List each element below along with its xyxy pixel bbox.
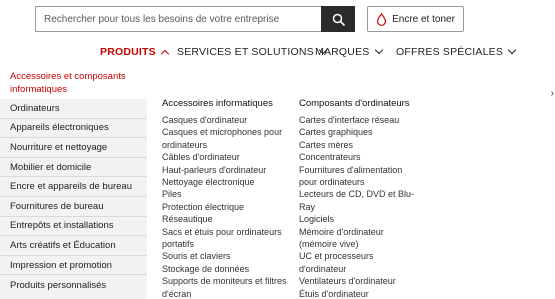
chevron-down-icon (374, 45, 383, 55)
sidebar-item-printing-promotion[interactable]: Impression et promotion (0, 256, 147, 276)
sidebar-item-custom-products[interactable]: Produits personnalisés (0, 275, 147, 295)
submenu-link[interactable]: Lecteurs de CD, DVD et Blu-Ray (299, 188, 421, 213)
submenu-link[interactable]: Mémoire d'ordinateur (mémoire vive) (299, 226, 421, 251)
nav-special-offers[interactable]: OFFRES SPÉCIALES (396, 45, 517, 58)
submenu-link[interactable]: Câbles d'ordinateur (162, 151, 287, 163)
sidebar-item-computers[interactable]: Ordinateurs (0, 99, 147, 119)
search-button[interactable] (321, 6, 355, 32)
ink-toner-button[interactable]: Encre et toner (367, 6, 464, 32)
submenu-link[interactable]: Casques d'ordinateur (162, 114, 287, 126)
submenu-link[interactable]: Stockage de données (162, 263, 287, 275)
nav-services-label: SERVICES ET SOLUTIONS (177, 46, 314, 58)
nav-brands-label: MARQUES (315, 46, 370, 58)
submenu-link[interactable]: Étuis d'ordinateur (299, 288, 421, 299)
ink-drop-icon (376, 12, 387, 26)
column-heading[interactable]: Accessoires informatiques (162, 98, 287, 110)
submenu-link[interactable]: Souris et claviers (162, 250, 287, 262)
search-field[interactable] (35, 6, 321, 32)
submenu-column-accessories: Accessoires informatiques Casques d'ordi… (162, 98, 287, 299)
submenu-link[interactable]: Haut-parleurs d'ordinateur (162, 164, 287, 176)
submenu-link[interactable]: Cartes graphiques (299, 126, 421, 138)
sidebar-item-electronics[interactable]: Appareils électroniques (0, 119, 147, 139)
nav-special-offers-label: OFFRES SPÉCIALES (396, 46, 504, 58)
submenu-link[interactable]: Ventilateurs d'ordinateur (299, 275, 421, 287)
submenu-link[interactable]: Nettoyage électronique (162, 176, 287, 188)
sidebar-item-selected[interactable]: Accessoires et composants informatiques (0, 64, 147, 99)
category-sidebar: Accessoires et composants informatiques … (0, 64, 147, 299)
nav-services[interactable]: SERVICES ET SOLUTIONS (177, 45, 328, 58)
sidebar-item-warehouse[interactable]: Entrepôts et installations (0, 217, 147, 237)
submenu-link[interactable]: Protection électrique (162, 201, 287, 213)
chevron-up-icon (160, 49, 170, 58)
submenu-link[interactable]: Supports de moniteurs et filtres d'écran (162, 275, 287, 299)
submenu-link[interactable]: Cartes d'interface réseau (299, 114, 421, 126)
chevron-right-icon[interactable]: › (551, 88, 554, 99)
submenu-link[interactable]: Concentrateurs (299, 151, 421, 163)
ink-toner-label: Encre et toner (392, 13, 455, 25)
nav-brands[interactable]: MARQUES (315, 45, 383, 58)
header-search-row: Encre et toner (0, 0, 555, 40)
nav-products[interactable]: PRODUITS (100, 46, 170, 58)
sidebar-item-food-cleaning[interactable]: Nourriture et nettoyage (0, 138, 147, 158)
submenu-link[interactable]: Réseautique (162, 213, 287, 225)
submenu-link[interactable]: Piles (162, 188, 287, 200)
submenu-link[interactable]: Cartes mères (299, 139, 421, 151)
submenu-link[interactable]: UC et processeurs d'ordinateur (299, 250, 421, 275)
submenu-link[interactable]: Sacs et étuis pour ordinateurs portatifs (162, 226, 287, 251)
sidebar-item-office-supplies[interactable]: Fournitures de bureau (0, 197, 147, 217)
nav-products-label: PRODUITS (100, 46, 156, 58)
search-icon (332, 13, 345, 26)
submenu-column-components: Composants d'ordinateurs Cartes d'interf… (299, 98, 421, 299)
sidebar-item-furniture[interactable]: Mobilier et domicile (0, 158, 147, 178)
sidebar-item-arts-education[interactable]: Arts créatifs et Éducation (0, 236, 147, 256)
chevron-down-icon (507, 45, 517, 55)
search-input[interactable] (36, 7, 321, 31)
submenu-link[interactable]: Casques et microphones pour ordinateurs (162, 126, 287, 151)
submenu-link[interactable]: Logiciels (299, 213, 421, 225)
sidebar-item-ink-office-machines[interactable]: Encre et appareils de bureau (0, 177, 147, 197)
submenu-link[interactable]: Fournitures d'alimentation pour ordinate… (299, 164, 421, 189)
column-heading[interactable]: Composants d'ordinateurs (299, 98, 421, 110)
main-nav: PRODUITS SERVICES ET SOLUTIONS MARQUES O… (0, 40, 555, 64)
